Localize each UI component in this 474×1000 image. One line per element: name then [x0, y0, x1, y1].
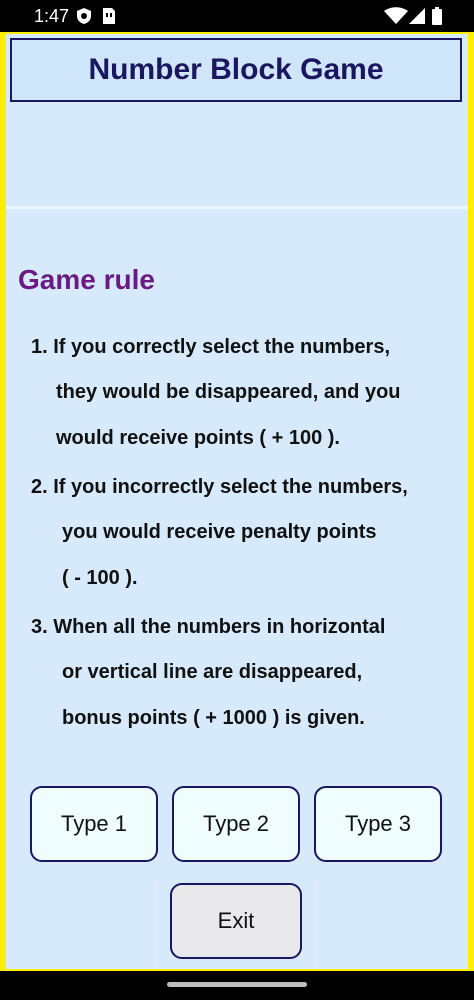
exit-button[interactable]: Exit	[170, 883, 302, 959]
type-3-button[interactable]: Type 3	[314, 786, 442, 862]
rule-1-line-2: they would be disappeared, and you	[56, 381, 401, 403]
home-gesture-handle[interactable]	[167, 982, 307, 987]
app-frame: Number Block Game Game rule 1. If you co…	[0, 32, 474, 971]
app-content: Number Block Game Game rule 1. If you co…	[6, 34, 468, 969]
title-bar: Number Block Game	[10, 38, 462, 102]
type-2-button[interactable]: Type 2	[172, 786, 300, 862]
rule-3-line-2: or vertical line are disappeared,	[62, 661, 363, 683]
divider	[6, 206, 468, 209]
page-title: Number Block Game	[88, 53, 384, 86]
rule-2-line-2: you would receive penalty points	[62, 521, 377, 543]
rule-2-line-1: 2. If you incorrectly select the numbers…	[31, 476, 408, 498]
wifi-icon	[384, 7, 408, 30]
status-bar: 1:47	[0, 0, 474, 32]
navigation-bar	[0, 971, 474, 1000]
cellular-signal-icon	[408, 7, 426, 30]
rule-2-line-3: ( - 100 ).	[62, 567, 138, 589]
sim-card-icon	[102, 7, 116, 30]
type-1-button[interactable]: Type 1	[30, 786, 158, 862]
rule-1-line-1: 1. If you correctly select the numbers,	[31, 336, 391, 358]
status-time: 1:47	[34, 6, 70, 26]
rule-heading: Game rule	[18, 264, 155, 295]
rule-3-line-1: 3. When all the numbers in horizontal	[31, 616, 386, 638]
battery-icon	[432, 7, 442, 30]
rule-3-line-3: bonus points ( + 1000 ) is given.	[62, 707, 365, 729]
shield-icon	[76, 7, 92, 30]
rule-1-line-3: would receive points ( + 100 ).	[56, 427, 340, 449]
